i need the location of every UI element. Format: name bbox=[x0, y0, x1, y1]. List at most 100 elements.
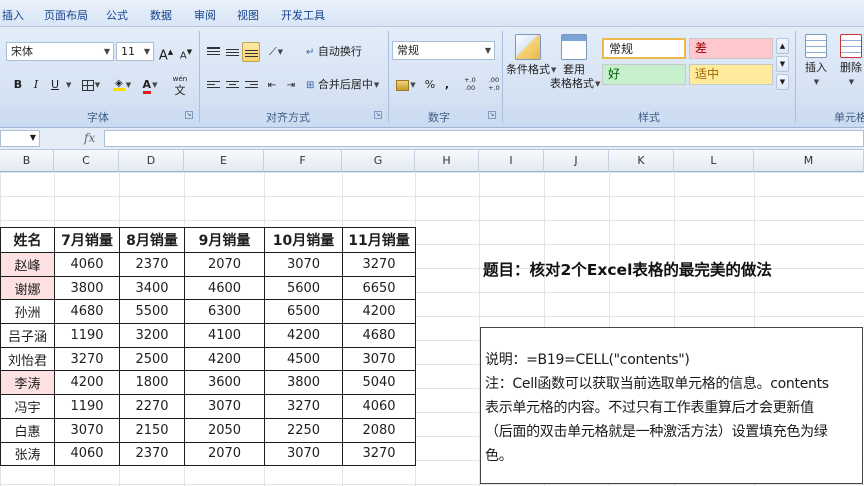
format-as-table-button[interactable]: 套用 表格格式▼ bbox=[550, 34, 600, 91]
column-header[interactable]: D bbox=[119, 150, 184, 172]
value-cell[interactable]: 3270 bbox=[342, 252, 416, 277]
font-size-select[interactable]: 11 ▼ bbox=[116, 42, 154, 61]
header-cell[interactable]: 10月销量 bbox=[264, 227, 343, 253]
comma-button[interactable]: , bbox=[440, 75, 454, 95]
column-header[interactable]: E bbox=[184, 150, 264, 172]
underline-dropdown[interactable]: ▼ bbox=[64, 75, 72, 95]
value-cell[interactable]: 3270 bbox=[264, 394, 343, 419]
bold-button[interactable]: B bbox=[10, 75, 26, 95]
cell-style-normal[interactable]: 常规 bbox=[602, 38, 686, 59]
name-cell[interactable]: 白惠 bbox=[0, 417, 55, 443]
value-cell[interactable]: 3070 bbox=[54, 417, 120, 443]
tab-data[interactable]: 数据 bbox=[150, 7, 172, 23]
value-cell[interactable]: 1190 bbox=[54, 323, 120, 348]
value-cell[interactable]: 3270 bbox=[54, 346, 120, 372]
alignment-dialog-launcher-icon[interactable]: ↘ bbox=[374, 111, 382, 119]
column-header[interactable]: B bbox=[0, 150, 54, 172]
name-cell[interactable]: 李涛 bbox=[0, 370, 55, 396]
value-cell[interactable]: 3800 bbox=[264, 370, 343, 396]
value-cell[interactable]: 4060 bbox=[54, 252, 120, 277]
fill-color-button[interactable]: ◈ ▼ bbox=[109, 75, 135, 95]
tab-review[interactable]: 审阅 bbox=[194, 7, 216, 23]
value-cell[interactable]: 4200 bbox=[264, 323, 343, 348]
styles-scroll-down[interactable]: ▼ bbox=[776, 56, 789, 72]
grow-font-button[interactable]: A▲ bbox=[157, 42, 175, 63]
value-cell[interactable]: 4060 bbox=[342, 394, 416, 419]
header-cell[interactable]: 9月销量 bbox=[184, 227, 265, 253]
insert-cells-button[interactable]: 插入 ▼ bbox=[800, 34, 832, 89]
name-cell[interactable]: 刘怡君 bbox=[0, 346, 55, 372]
font-color-button[interactable]: A▼ bbox=[138, 75, 162, 95]
shrink-font-button[interactable]: A▼ bbox=[177, 42, 195, 62]
cell-style-neutral[interactable]: 适中 bbox=[689, 64, 773, 85]
value-cell[interactable]: 6300 bbox=[184, 299, 265, 325]
header-cell[interactable]: 7月销量 bbox=[54, 227, 120, 253]
number-dialog-launcher-icon[interactable]: ↘ bbox=[488, 111, 496, 119]
value-cell[interactable]: 4600 bbox=[184, 275, 265, 301]
value-cell[interactable]: 5500 bbox=[119, 299, 185, 325]
name-cell[interactable]: 冯宇 bbox=[0, 394, 55, 419]
column-header[interactable]: M bbox=[754, 150, 864, 172]
column-header[interactable]: K bbox=[609, 150, 674, 172]
value-cell[interactable]: 3800 bbox=[54, 275, 120, 301]
tab-formulas[interactable]: 公式 bbox=[106, 7, 128, 23]
name-cell[interactable]: 吕子涵 bbox=[0, 323, 55, 348]
value-cell[interactable]: 3070 bbox=[264, 252, 343, 277]
value-cell[interactable]: 3200 bbox=[119, 323, 185, 348]
value-cell[interactable]: 2080 bbox=[342, 417, 416, 443]
name-cell[interactable]: 谢娜 bbox=[0, 275, 55, 301]
value-cell[interactable]: 2050 bbox=[184, 417, 265, 443]
value-cell[interactable]: 4060 bbox=[54, 441, 120, 467]
note-textbox[interactable]: 说明：=B19=CELL("contents") 注：Cell函数可以获取当前选… bbox=[480, 327, 863, 484]
value-cell[interactable]: 2370 bbox=[119, 252, 185, 277]
phonetic-button[interactable]: wén 文 bbox=[167, 73, 193, 96]
column-header[interactable]: G bbox=[342, 150, 415, 172]
header-cell[interactable]: 8月销量 bbox=[119, 227, 185, 253]
value-cell[interactable]: 2070 bbox=[184, 252, 265, 277]
column-header[interactable]: J bbox=[544, 150, 609, 172]
value-cell[interactable]: 4200 bbox=[342, 299, 416, 325]
tab-view[interactable]: 视图 bbox=[237, 7, 259, 23]
value-cell[interactable]: 2070 bbox=[184, 441, 265, 467]
align-center-button[interactable] bbox=[223, 75, 241, 95]
column-header[interactable]: I bbox=[479, 150, 544, 172]
value-cell[interactable]: 3600 bbox=[184, 370, 265, 396]
name-cell[interactable]: 孙洲 bbox=[0, 299, 55, 325]
align-bottom-button[interactable] bbox=[242, 42, 260, 62]
orientation-button[interactable]: ⟋▼ bbox=[263, 42, 289, 62]
increase-decimal-button[interactable]: +.0 .00 bbox=[459, 75, 481, 95]
value-cell[interactable]: 4680 bbox=[342, 323, 416, 348]
italic-button[interactable]: I bbox=[28, 75, 44, 95]
value-cell[interactable]: 2370 bbox=[119, 441, 185, 467]
font-dialog-launcher-icon[interactable]: ↘ bbox=[185, 111, 193, 119]
align-top-button[interactable] bbox=[204, 42, 222, 62]
value-cell[interactable]: 4200 bbox=[184, 346, 265, 372]
value-cell[interactable]: 6500 bbox=[264, 299, 343, 325]
value-cell[interactable]: 1190 bbox=[54, 394, 120, 419]
delete-cells-button[interactable]: 删除 ▼ bbox=[836, 34, 864, 89]
cell-style-bad[interactable]: 差 bbox=[689, 38, 773, 59]
conditional-formatting-button[interactable]: 条件格式▼ bbox=[506, 34, 556, 77]
number-format-select[interactable]: 常规 ▼ bbox=[392, 41, 495, 60]
value-cell[interactable]: 4200 bbox=[54, 370, 120, 396]
value-cell[interactable]: 3070 bbox=[184, 394, 265, 419]
border-button[interactable]: ▼ bbox=[78, 75, 104, 95]
align-right-button[interactable] bbox=[242, 75, 260, 95]
align-middle-button[interactable] bbox=[223, 42, 241, 62]
value-cell[interactable]: 3070 bbox=[264, 441, 343, 467]
styles-more[interactable]: ▼ bbox=[776, 74, 789, 90]
value-cell[interactable]: 1800 bbox=[119, 370, 185, 396]
increase-indent-button[interactable]: ⇥ bbox=[282, 75, 300, 95]
font-name-select[interactable]: 宋体 ▼ bbox=[6, 42, 114, 61]
value-cell[interactable]: 3400 bbox=[119, 275, 185, 301]
value-cell[interactable]: 2250 bbox=[264, 417, 343, 443]
accounting-format-button[interactable]: ▼ bbox=[392, 75, 420, 95]
align-left-button[interactable] bbox=[204, 75, 222, 95]
column-header[interactable]: L bbox=[674, 150, 754, 172]
tab-page-layout[interactable]: 页面布局 bbox=[44, 7, 88, 23]
header-cell[interactable]: 11月销量 bbox=[342, 227, 416, 253]
value-cell[interactable]: 3070 bbox=[342, 346, 416, 372]
percent-button[interactable]: % bbox=[422, 75, 438, 95]
column-header[interactable]: F bbox=[264, 150, 342, 172]
value-cell[interactable]: 2270 bbox=[119, 394, 185, 419]
